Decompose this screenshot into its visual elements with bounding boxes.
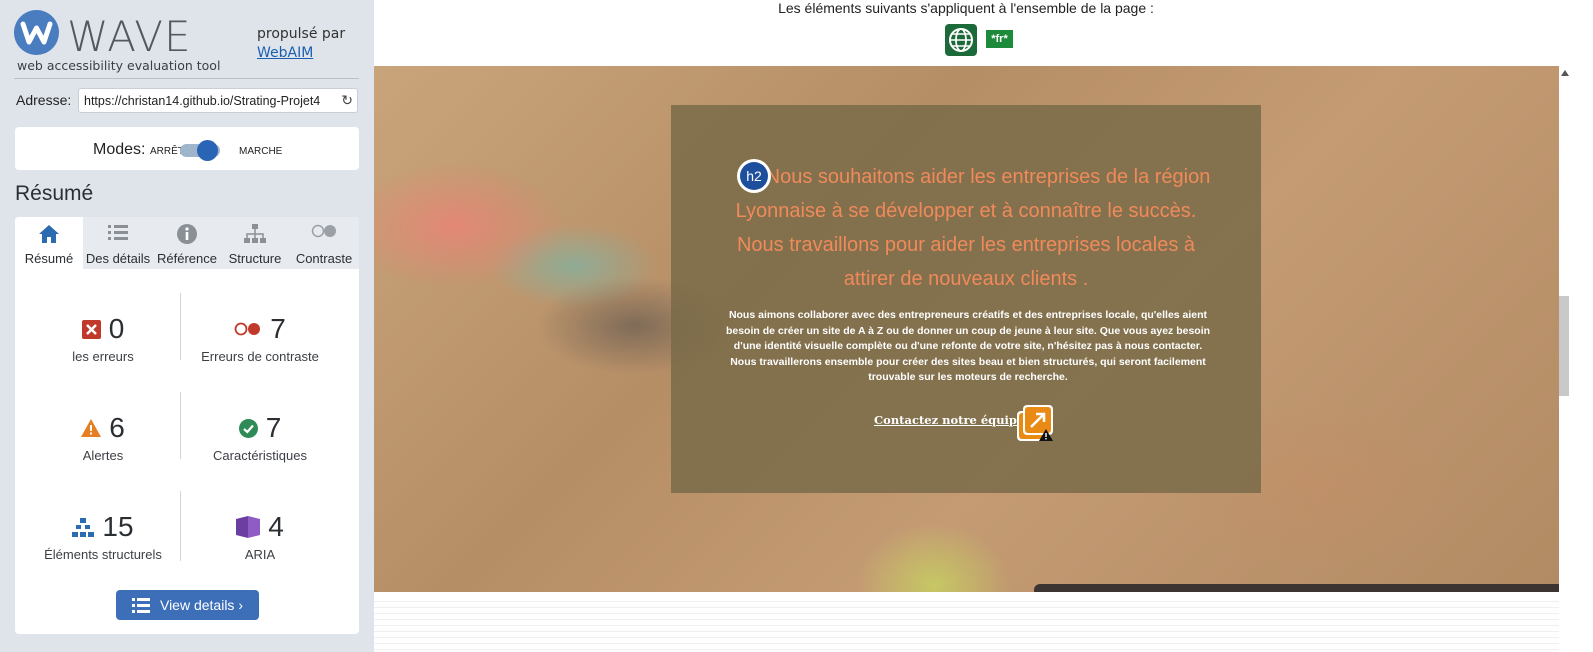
tab-label: Résumé — [24, 251, 74, 266]
content-below-hero — [374, 596, 1559, 652]
tab-contrast[interactable]: Contraste — [289, 217, 359, 269]
scrollbar-thumb[interactable] — [1559, 296, 1569, 396]
powered-by: propulsé par WebAIM — [257, 25, 345, 63]
tab-resume[interactable]: Résumé — [15, 217, 83, 269]
contrast-icon — [289, 224, 359, 246]
tab-structure[interactable]: Structure — [221, 217, 289, 269]
list-icon — [131, 597, 150, 613]
hero-headline: Nous souhaitons aider les entreprises de… — [735, 166, 1211, 290]
hero-section: Nous souhaitons aider les entreprises de… — [374, 66, 1559, 592]
list-icon — [83, 224, 153, 246]
hierarchy-icon — [221, 224, 289, 246]
contact-team-link[interactable]: Contactez notre équipe — [874, 413, 1024, 427]
errors-count: 0 — [108, 313, 125, 344]
tab-label: Référence — [157, 251, 217, 266]
hero-overlay: Nous souhaitons aider les entreprises de… — [671, 105, 1261, 493]
structure-icon — [72, 517, 95, 537]
alert-icon — [81, 419, 102, 437]
hero-decoration — [1034, 584, 1559, 592]
stat-structural-elements[interactable]: 15 Éléments structurels — [18, 511, 188, 562]
modes-panel: Modes: ARRÊT MARCHE — [15, 127, 359, 170]
webaim-link[interactable]: WebAIM — [257, 44, 345, 63]
tagline: web accessibility evaluation tool — [17, 58, 221, 73]
structure-count: 15 — [102, 511, 134, 542]
address-value: https://christan14.github.io/Strating-Pr… — [84, 94, 321, 108]
contrast-error-icon — [234, 322, 261, 336]
stat-contrast-errors[interactable]: 7 Erreurs de contraste — [175, 313, 345, 364]
alerts-count: 6 — [109, 412, 125, 443]
hero-body-text: Nous aimons collaborer avec des entrepre… — [725, 309, 1211, 383]
stat-errors[interactable]: 0 les erreurs — [18, 313, 188, 364]
tab-details[interactable]: Des détails — [83, 217, 153, 269]
aria-icon — [236, 516, 261, 538]
view-details-label: View details › — [159, 597, 243, 613]
wave-logo-text: WAVE — [67, 12, 192, 61]
wave-logo-icon — [14, 10, 59, 55]
page-level-note: Les éléments suivants s'appliquent à l'e… — [778, 0, 1154, 16]
aria-label: ARIA — [244, 547, 276, 562]
alerts-label: Alertes — [82, 448, 124, 463]
globe-icon[interactable] — [945, 24, 977, 56]
tab-reference[interactable]: Référence — [153, 217, 221, 269]
home-icon — [15, 224, 83, 246]
features-label: Caractéristiques — [213, 448, 307, 463]
stat-alerts[interactable]: 6 Alertes — [18, 412, 188, 463]
contrast-errors-label: Erreurs de contraste — [201, 349, 319, 364]
language-badge[interactable]: *fr* — [986, 30, 1013, 48]
scroll-up-icon[interactable] — [1561, 70, 1569, 76]
tab-bar: Résumé Des détails Référence Structure C… — [15, 217, 359, 269]
tab-label: Contraste — [295, 251, 353, 266]
summary-panel: Résumé Des détails Référence Structure C… — [15, 217, 359, 634]
features-count: 7 — [265, 412, 282, 443]
mode-off-label: ARRÊT — [150, 146, 184, 157]
mode-on-label: MARCHE — [239, 146, 283, 157]
page-preview: Les éléments suivants s'appliquent à l'e… — [374, 0, 1593, 652]
stat-features[interactable]: 7 Caractéristiques — [175, 412, 345, 463]
feature-check-icon — [238, 418, 258, 438]
info-icon — [153, 224, 221, 246]
contrast-errors-count: 7 — [270, 313, 286, 344]
modes-toggle-knob[interactable] — [197, 140, 218, 161]
errors-label: les erreurs — [72, 349, 134, 364]
tab-label: Des détails — [85, 251, 151, 266]
redundant-link-alert-icon[interactable] — [1016, 404, 1054, 442]
structure-label: Éléments structurels — [44, 547, 162, 562]
stat-aria[interactable]: 4 ARIA — [175, 511, 345, 562]
tab-label: Structure — [228, 251, 282, 266]
aria-count: 4 — [268, 511, 284, 542]
address-label: Adresse: — [16, 92, 72, 108]
error-icon — [81, 319, 101, 339]
reload-icon[interactable]: ↻ — [341, 92, 353, 109]
modes-label: Modes: — [93, 141, 146, 158]
powered-by-text: propulsé par — [257, 26, 346, 42]
summary-title: Résumé — [15, 182, 94, 205]
wave-sidebar: WAVE web accessibility evaluation tool p… — [0, 0, 374, 652]
address-input[interactable]: https://christan14.github.io/Strating-Pr… — [78, 88, 358, 113]
h2-heading-icon[interactable]: h2 — [737, 159, 771, 193]
view-details-button[interactable]: View details › — [116, 590, 259, 620]
divider — [14, 78, 359, 79]
